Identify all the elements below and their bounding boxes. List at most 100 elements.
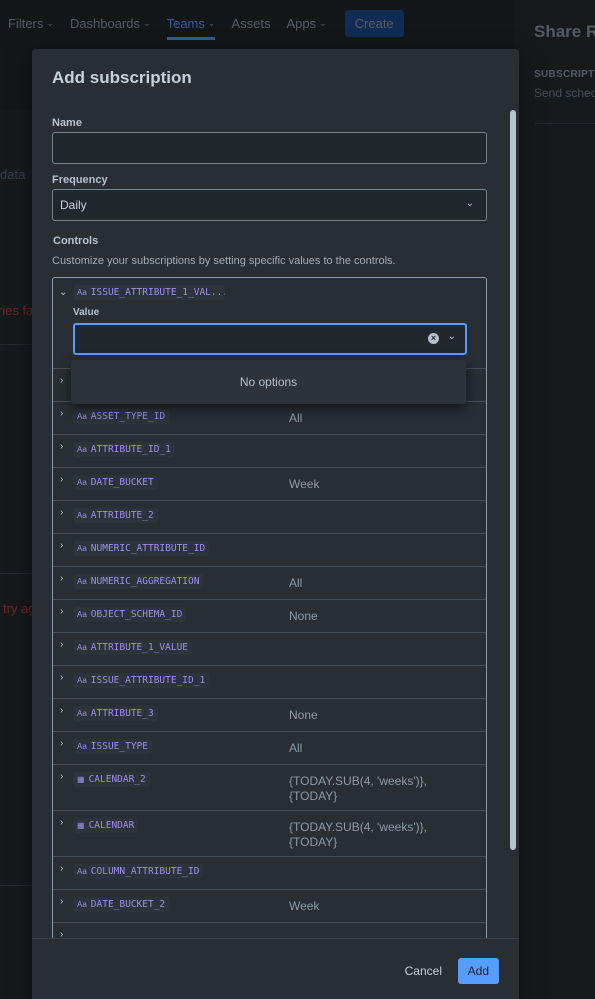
text-type-icon: Aa xyxy=(77,742,87,751)
control-tag: Aa DATE_BUCKET_2 xyxy=(73,897,170,912)
text-type-icon: Aa xyxy=(77,544,87,553)
control-tag: Aa ATTRIBUTE_1_VALUE xyxy=(73,640,193,655)
control-value: All xyxy=(289,576,303,590)
control-value: None xyxy=(289,609,318,623)
control-value: All xyxy=(289,741,303,755)
control-name: ASSET_TYPE_ID xyxy=(90,411,166,422)
control-name: OBJECT_SCHEMA_ID xyxy=(90,609,183,620)
chevron-down-icon[interactable]: ⌄ xyxy=(448,331,456,342)
text-type-icon: Aa xyxy=(77,288,87,297)
chevron-right-icon[interactable]: › xyxy=(60,672,63,683)
control-value: All xyxy=(289,411,303,425)
frequency-select[interactable]: Daily ⌄ xyxy=(52,189,487,221)
control-row[interactable]: › ▦ CALENDAR_2 {TODAY.SUB(4, 'weeks')}, {TO… xyxy=(53,765,486,811)
control-value: None xyxy=(289,708,318,722)
frequency-label: Frequency xyxy=(52,174,108,186)
control-row[interactable]: › Aa ASSET_TYPE_ID All xyxy=(53,402,486,435)
control-tag: Aa ATTRIBUTE_2 xyxy=(73,508,158,523)
control-row[interactable]: › Aa ISSUE_ATTRIBUTE_ID_1 xyxy=(53,666,486,699)
control-name: NUMERIC_ATTRIBUTE_ID xyxy=(90,543,206,554)
chevron-right-icon[interactable]: › xyxy=(60,606,63,617)
cancel-button[interactable]: Cancel xyxy=(397,958,450,984)
controls-description: Customize your subscriptions by setting … xyxy=(52,255,396,267)
add-button[interactable]: Add xyxy=(457,958,499,984)
control-row[interactable]: › Aa ATTRIBUTE_1_VALUE xyxy=(53,633,486,666)
controls-title: Controls xyxy=(53,235,99,247)
chevron-right-icon[interactable]: › xyxy=(60,639,63,650)
calendar-icon: ▦ xyxy=(77,775,85,784)
control-name: ISSUE_ATTRIBUTE_ID_1 xyxy=(90,675,206,686)
chevron-right-icon[interactable]: › xyxy=(60,771,63,782)
chevron-right-icon[interactable]: › xyxy=(60,817,63,828)
control-name: DATE_BUCKET_2 xyxy=(90,899,166,910)
chevron-right-icon[interactable]: › xyxy=(60,738,63,749)
control-row[interactable]: › Aa COLUMN_ATTRIBUTE_ID xyxy=(53,857,486,890)
text-type-icon: Aa xyxy=(77,610,87,619)
control-name: DATE_BUCKET xyxy=(90,477,154,488)
text-type-icon: Aa xyxy=(77,676,87,685)
control-row[interactable]: › Aa ISSUE_TYPE All xyxy=(53,732,486,765)
chevron-right-icon[interactable]: › xyxy=(60,573,63,584)
control-value: Week xyxy=(289,899,320,913)
text-type-icon: Aa xyxy=(77,867,87,876)
text-type-icon: Aa xyxy=(77,445,87,454)
control-row[interactable]: › Aa DATE_BUCKET Week xyxy=(53,468,486,501)
chevron-right-icon[interactable]: › xyxy=(60,408,63,419)
control-row[interactable]: › ▦ CALENDAR {TODAY.SUB(4, 'weeks')}, {TODA… xyxy=(53,811,486,857)
control-tag: Aa ISSUE_ATTRIBUTE_1_VAL... xyxy=(73,285,225,300)
control-row[interactable]: › Aa ATTRIBUTE_2 xyxy=(53,501,486,534)
value-label: Value xyxy=(73,307,100,318)
text-type-icon: Aa xyxy=(77,643,87,652)
control-name: COLUMN_ATTRIBUTE_ID xyxy=(90,866,200,877)
text-type-icon: Aa xyxy=(77,478,87,487)
control-tag: Aa ASSET_TYPE_ID xyxy=(73,409,170,424)
control-value: {TODAY.SUB(4, 'weeks')}, {TODAY} xyxy=(289,820,427,849)
chevron-right-icon[interactable]: › xyxy=(60,507,63,518)
chevron-right-icon[interactable]: › xyxy=(60,441,63,452)
control-tag: Aa NUMERIC_ATTRIBUTE_ID xyxy=(73,541,210,556)
add-subscription-dialog: Add subscription Name Frequency Daily ⌄ … xyxy=(32,49,519,999)
clear-icon[interactable]: × xyxy=(428,333,439,344)
expanded-control: ⌄ Aa ISSUE_ATTRIBUTE_1_VAL... Value × ⌄ xyxy=(53,278,486,369)
control-tag: ▦ CALENDAR xyxy=(73,818,139,833)
name-label: Name xyxy=(52,117,82,129)
text-type-icon: Aa xyxy=(77,709,87,718)
dialog-footer: Cancel Add xyxy=(32,938,519,999)
control-tag: Aa NUMERIC_AGGREGATION xyxy=(73,574,204,589)
control-name: CALENDAR_2 xyxy=(88,774,146,785)
frequency-value: Daily xyxy=(60,198,87,212)
chevron-right-icon[interactable]: › xyxy=(60,375,63,386)
chevron-down-icon: ⌄ xyxy=(465,198,474,209)
no-options-message: No options xyxy=(239,375,298,389)
chevron-right-icon[interactable]: › xyxy=(60,705,63,716)
control-tag: Aa ISSUE_ATTRIBUTE_ID_1 xyxy=(73,673,210,688)
value-select-input[interactable]: × ⌄ xyxy=(73,323,467,355)
control-row[interactable]: › Aa ATTRIBUTE_ID_1 xyxy=(53,435,486,468)
chevron-right-icon[interactable]: › xyxy=(60,540,63,551)
text-type-icon: Aa xyxy=(77,577,87,586)
chevron-right-icon[interactable]: › xyxy=(60,863,63,874)
text-type-icon: Aa xyxy=(77,511,87,520)
control-name: ATTRIBUTE_ID_1 xyxy=(90,444,171,455)
chevron-right-icon[interactable]: › xyxy=(60,474,63,485)
control-tag: Aa DATE_BUCKET xyxy=(73,475,158,490)
control-row[interactable]: › Aa ATTRIBUTE_3 None xyxy=(53,699,486,732)
chevron-down-icon[interactable]: ⌄ xyxy=(59,287,67,298)
control-name: NUMERIC_AGGREGATION xyxy=(90,576,200,587)
control-value: {TODAY.SUB(4, 'weeks')}, {TODAY} xyxy=(289,774,427,803)
control-name: ATTRIBUTE_3 xyxy=(90,708,154,719)
control-name: ATTRIBUTE_1_VALUE xyxy=(90,642,189,653)
control-row[interactable]: › Aa NUMERIC_AGGREGATION All xyxy=(53,567,486,600)
control-name: ISSUE_TYPE xyxy=(90,741,148,752)
control-row[interactable]: › Aa DATE_BUCKET_2 Week xyxy=(53,890,486,923)
control-name: ISSUE_ATTRIBUTE_1_VAL... xyxy=(90,287,225,298)
control-tag: Aa OBJECT_SCHEMA_ID xyxy=(73,607,187,622)
dialog-title: Add subscription xyxy=(52,68,192,87)
chevron-right-icon[interactable]: › xyxy=(60,896,63,907)
control-row[interactable]: › Aa NUMERIC_ATTRIBUTE_ID xyxy=(53,534,486,567)
scrollbar[interactable] xyxy=(510,110,516,850)
control-tag: Aa COLUMN_ATTRIBUTE_ID xyxy=(73,864,204,879)
control-row[interactable]: › Aa OBJECT_SCHEMA_ID None xyxy=(53,600,486,633)
control-tag: Aa ATTRIBUTE_ID_1 xyxy=(73,442,175,457)
name-field[interactable] xyxy=(52,132,487,164)
